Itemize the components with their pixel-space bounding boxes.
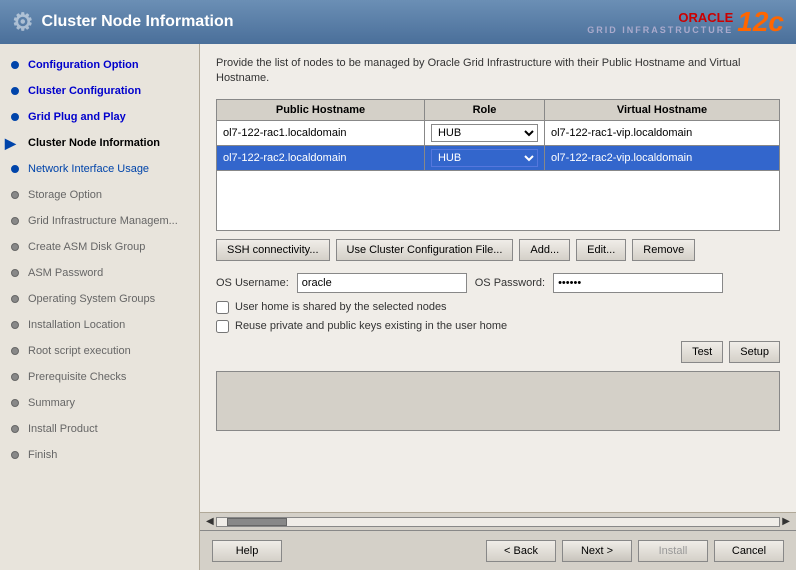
test-button[interactable]: Test	[681, 341, 723, 363]
username-label: OS Username:	[216, 277, 289, 289]
col-virtual-hostname: Virtual Hostname	[544, 99, 779, 120]
shared-home-row: User home is shared by the selected node…	[216, 301, 780, 314]
shared-home-checkbox[interactable]	[216, 301, 229, 314]
virtual-hostname-cell: ol7-122-rac2-vip.localdomain	[544, 145, 779, 170]
ssh-connectivity-button[interactable]: SSH connectivity...	[216, 239, 330, 261]
next-button[interactable]: Next >	[562, 540, 632, 562]
content-area: Provide the list of nodes to be managed …	[200, 44, 796, 570]
grid-label: GRID INFRASTRUCTURE	[587, 25, 733, 35]
username-input[interactable]	[297, 273, 467, 293]
sidebar-item-cluster-node-information[interactable]: ▶ Cluster Node Information	[0, 130, 199, 156]
scroll-right-arrow[interactable]: ▶	[780, 516, 792, 527]
sidebar-item-asm-password[interactable]: ASM Password	[0, 260, 199, 286]
setup-button[interactable]: Setup	[729, 341, 780, 363]
sidebar-item-storage-option[interactable]: Storage Option	[0, 182, 199, 208]
sidebar-item-grid-infrastructure-management[interactable]: Grid Infrastructure Managem...	[0, 208, 199, 234]
reuse-keys-row: Reuse private and public keys existing i…	[216, 320, 780, 333]
sidebar-item-root-script-execution[interactable]: Root script execution	[0, 338, 199, 364]
sidebar-item-install-product[interactable]: Install Product	[0, 416, 199, 442]
sidebar-item-cluster-configuration[interactable]: Cluster Configuration	[0, 78, 199, 104]
horizontal-scrollbar[interactable]: ◀ ▶	[200, 512, 796, 530]
sidebar-item-prerequisite-checks[interactable]: Prerequisite Checks	[0, 364, 199, 390]
virtual-hostname-cell: ol7-122-rac1-vip.localdomain	[544, 120, 779, 145]
title-bar: ⚙ Cluster Node Information ORACLE GRID I…	[0, 0, 796, 44]
oracle-label: ORACLE	[587, 10, 733, 25]
role-select[interactable]: HUB LEAF	[431, 124, 538, 142]
scroll-thumb[interactable]	[227, 518, 287, 526]
action-button-row: SSH connectivity... Use Cluster Configur…	[216, 239, 780, 261]
install-button[interactable]: Install	[638, 540, 708, 562]
scroll-track[interactable]	[216, 517, 781, 527]
sidebar-item-finish[interactable]: Finish	[0, 442, 199, 468]
reuse-keys-checkbox[interactable]	[216, 320, 229, 333]
gear-icon: ⚙	[12, 8, 34, 37]
current-arrow: ▶	[5, 134, 16, 152]
edit-button[interactable]: Edit...	[576, 239, 626, 261]
role-select-selected[interactable]: HUB LEAF	[431, 149, 538, 167]
sidebar-item-installation-location[interactable]: Installation Location	[0, 312, 199, 338]
sidebar-item-network-interface-usage[interactable]: Network Interface Usage	[0, 156, 199, 182]
ssh-area	[216, 371, 780, 431]
password-label: OS Password:	[475, 277, 545, 289]
window-title: Cluster Node Information	[42, 13, 234, 31]
role-cell-selected[interactable]: HUB LEAF	[424, 145, 544, 170]
bottom-bar: Help < Back Next > Install Cancel	[200, 530, 796, 570]
node-table: Public Hostname Role Virtual Hostname ol…	[216, 99, 780, 231]
sidebar-item-create-asm-disk-group[interactable]: Create ASM Disk Group	[0, 234, 199, 260]
cancel-button[interactable]: Cancel	[714, 540, 784, 562]
sidebar-item-operating-system-groups[interactable]: Operating System Groups	[0, 286, 199, 312]
help-button[interactable]: Help	[212, 540, 282, 562]
role-cell[interactable]: HUB LEAF	[424, 120, 544, 145]
oracle-logo: ORACLE GRID INFRASTRUCTURE 12c	[587, 6, 784, 38]
sidebar-item-grid-plug-and-play[interactable]: Grid Plug and Play	[0, 104, 199, 130]
public-hostname-cell: ol7-122-rac2.localdomain	[217, 145, 425, 170]
table-row[interactable]: ol7-122-rac1.localdomain HUB LEAF ol7-12…	[217, 120, 780, 145]
sidebar-item-configuration-option[interactable]: Configuration Option	[0, 52, 199, 78]
use-cluster-config-button[interactable]: Use Cluster Configuration File...	[336, 239, 514, 261]
navigation-buttons: < Back Next > Install Cancel	[486, 540, 784, 562]
sidebar-item-summary[interactable]: Summary	[0, 390, 199, 416]
col-public-hostname: Public Hostname	[217, 99, 425, 120]
version-label: 12c	[737, 6, 784, 38]
table-row[interactable]: ol7-122-rac2.localdomain HUB LEAF ol7-12…	[217, 145, 780, 170]
credentials-row: OS Username: OS Password:	[216, 273, 780, 293]
scroll-left-arrow[interactable]: ◀	[204, 516, 216, 527]
sidebar: Configuration Option Cluster Configurati…	[0, 44, 200, 570]
remove-button[interactable]: Remove	[632, 239, 695, 261]
add-button[interactable]: Add...	[519, 239, 570, 261]
reuse-keys-label: Reuse private and public keys existing i…	[235, 320, 507, 332]
shared-home-label: User home is shared by the selected node…	[235, 301, 447, 313]
password-input[interactable]	[553, 273, 723, 293]
back-button[interactable]: < Back	[486, 540, 556, 562]
col-role: Role	[424, 99, 544, 120]
test-setup-row: Test Setup	[216, 341, 780, 363]
public-hostname-cell: ol7-122-rac1.localdomain	[217, 120, 425, 145]
instruction-text: Provide the list of nodes to be managed …	[216, 56, 780, 87]
